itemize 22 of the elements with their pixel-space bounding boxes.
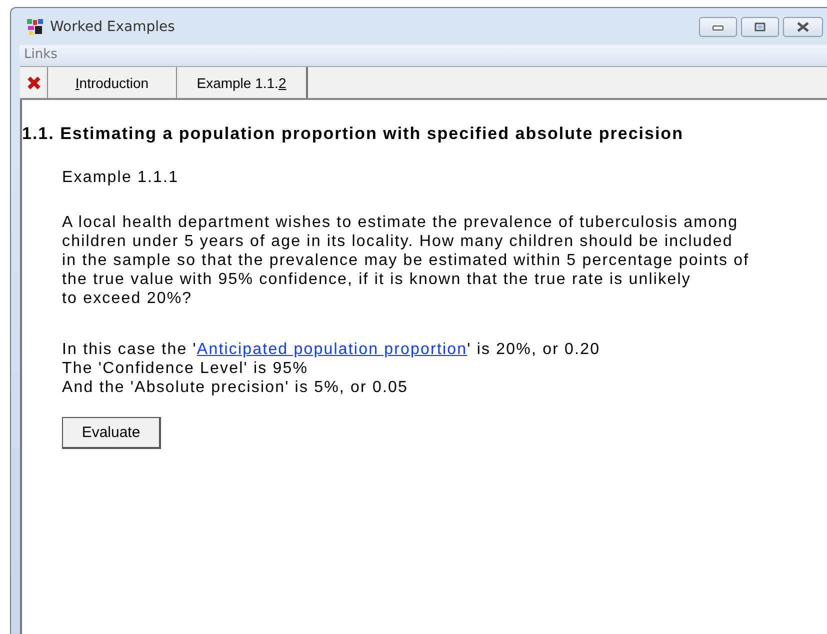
minimize-icon [712,22,724,30]
text-line: the true value with 95% confidence, if it is known that the true rate is unlikely [62,270,692,289]
close-icon [26,74,42,90]
text-line: And the 'Absolute precision' is 5%, or 0.05 [62,378,410,397]
window-title: Worked Examples [50,18,176,34]
minimize-button[interactable] [699,16,737,36]
example-title: Example 1.1.1 [62,168,180,188]
link[interactable]: Anticipated population proportion [196,341,468,358]
close-button[interactable] [783,16,823,36]
text-line: in the sample so that the prevalence may be estimated within 5 percentage points of [62,251,750,270]
text-line: In this case the 'Anticipated population proportion' is 20%, or 0.20 [62,340,602,359]
evaluate-button[interactable]: Evaluate [62,417,161,449]
text-line: to exceed 20%? [62,289,194,308]
app-icon [26,18,44,36]
text-line: A local health department wishes to estimate the prevalence of tuberculosis among [62,213,740,232]
menu-item[interactable]: Links [19,46,62,62]
text-line: children under 5 years of age in its locality. How many children should be included [62,232,734,251]
text-line: The 'Confidence Level' is 95% [62,359,310,378]
maximize-button[interactable] [741,16,779,36]
section-heading: 1.1. Estimating a population proportion with specified absolute precision [22,124,684,144]
maximize-icon [754,22,766,32]
close-icon [796,22,810,32]
